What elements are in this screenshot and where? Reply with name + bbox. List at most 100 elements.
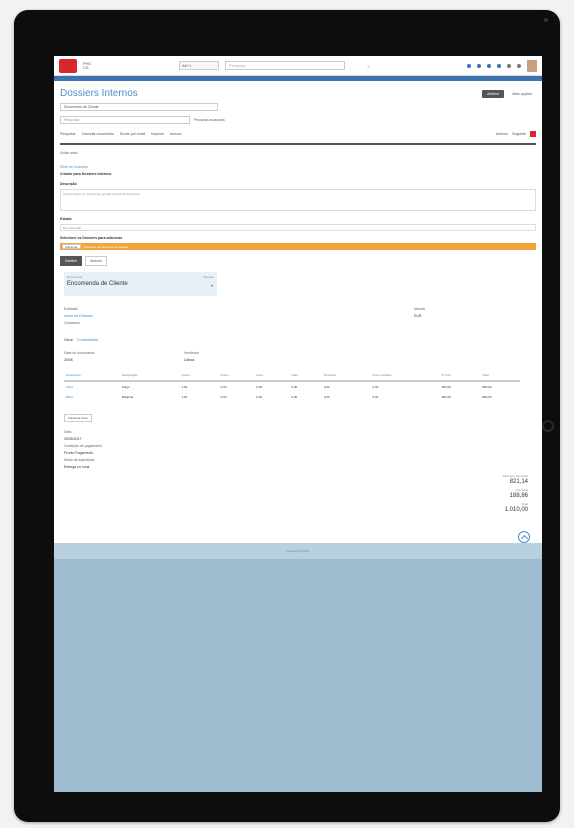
detail-grid-2: Data do documento 25/06 Vendedor Lisboa (60, 348, 536, 362)
calendar-icon[interactable] (487, 63, 491, 68)
scroll-top-button[interactable] (518, 531, 530, 543)
advanced-search-link[interactable]: Pesquisa avançada (194, 118, 225, 122)
description-label: Descrição (60, 182, 77, 186)
table-cell[interactable]: B002 (64, 392, 120, 402)
toolbar-item-1[interactable]: Cancelar documento (82, 132, 114, 136)
col-price[interactable]: Preço (218, 370, 255, 382)
home-button[interactable] (542, 420, 554, 432)
card-dropdown-icon[interactable]: ▾ (211, 283, 213, 288)
document-type-select[interactable]: Documento de Cliente (60, 103, 218, 111)
top-bar: PHC CS Alt+1 Pesquisa ⌕ (54, 56, 542, 76)
entity-value[interactable]: Nome da Entidade (64, 314, 414, 318)
table-cell[interactable]: A001 (64, 381, 120, 392)
avatar[interactable] (527, 59, 537, 72)
state-label: Estado (60, 217, 72, 221)
table-cell: 0,00 (291, 385, 298, 389)
currency-label: Moeda (414, 307, 425, 311)
tab-attachments[interactable]: Anexos (85, 256, 107, 266)
date-value: 25/06 (64, 358, 73, 362)
lines-table: Referência Designação Quant. Preço Desc.… (64, 370, 520, 402)
subtotal-label: Total sem impostos (502, 474, 528, 478)
page-title: Dossiers Internos (60, 88, 138, 99)
toolbar-item-0[interactable]: Pesquisar (60, 132, 76, 136)
title-primary-button[interactable]: Anterior (482, 90, 505, 98)
table-cell: 800,00 (482, 395, 492, 399)
payment-cond-value: Pronto Pagamento (64, 451, 94, 455)
contacts-row: Geral Contabilidade (64, 328, 414, 346)
seller-col: Vendedor Lisboa (184, 348, 304, 362)
col-discount[interactable]: Desc. (254, 370, 290, 382)
toolbar-item-4[interactable]: Anexos (170, 132, 182, 136)
app-window: PHC CS Alt+1 Pesquisa ⌕ Dossiers Interno… (54, 56, 542, 543)
col-unit[interactable]: P. Unit. (439, 370, 481, 382)
topbar-search-input[interactable]: Pesquisa ⌕ (225, 61, 370, 70)
bt-date-label: Data (64, 430, 72, 434)
col-quantity[interactable]: Quant. (179, 370, 219, 382)
notification-icon[interactable] (467, 63, 471, 68)
tasks-icon[interactable] (497, 63, 501, 68)
footer-fields: Data 25/06/2017 Condição de pagamento Pr… (60, 430, 536, 469)
config-title: Criador para Dossiers Internos (60, 172, 112, 176)
payment-cond-label: Condição de pagamento (64, 444, 103, 448)
search-icon[interactable]: ⌕ (367, 63, 370, 71)
tab-detail[interactable]: Detalhe (60, 256, 83, 266)
taxes-value: 188,86 (509, 493, 528, 499)
state-select[interactable]: Em execução (60, 224, 536, 231)
col-designation[interactable]: Designação (119, 370, 180, 382)
delete-button[interactable] (530, 131, 536, 137)
shipping-label: Modo de expedição (64, 458, 95, 462)
description-textarea[interactable]: Acesso direto ao documento gerado a part… (60, 189, 536, 211)
subtotal-value: 821,14 (509, 479, 528, 485)
docs-orange-bar: Adicionar Adicionar documentos ao dossie… (60, 243, 536, 250)
filter-input[interactable]: Pesquisar (60, 116, 190, 124)
back-link[interactable]: Voltar atrás (60, 151, 536, 155)
docs-label: Selecione os Dossiers para adicionar (60, 236, 123, 240)
table-cell: 0,00 (256, 385, 263, 389)
contacts-link[interactable]: Contabilidade (77, 338, 98, 342)
col-total[interactable]: Total (480, 370, 520, 382)
footer-band: Powered by PHC (54, 543, 542, 559)
toolbar-item-2[interactable]: Enviar por email (120, 132, 145, 136)
table-row[interactable]: B002 Máquina 1,00 0,00 0,00 0,00 0,00 0,… (64, 392, 520, 402)
table-cell: 0,00 (220, 395, 227, 399)
add-row-button[interactable]: Adicionar linha (64, 414, 92, 422)
table-cell: 0,00 (372, 385, 379, 389)
title-actions: Anterior Mais opções (482, 90, 536, 98)
table-cell: 0,00 (291, 395, 298, 399)
toolbar-item-3[interactable]: Imprimir (151, 132, 164, 136)
col-unit-price[interactable]: Preço Unitário (370, 370, 440, 382)
add-docs-button[interactable]: Adicionar (62, 244, 81, 249)
tabs: Detalhe Anexos (60, 256, 536, 266)
totals: Total sem impostos 821,14 Impostos 188,8… (502, 471, 528, 513)
seller-label: Vendedor (184, 351, 199, 355)
contacts-value: Geral (64, 338, 73, 342)
col-reference[interactable]: Referência (64, 370, 120, 382)
brand-logo[interactable] (59, 58, 77, 73)
tablet-device: PHC CS Alt+1 Pesquisa ⌕ Dossiers Interno… (14, 10, 560, 822)
date-label: Data do documento (64, 351, 95, 355)
messages-icon[interactable] (477, 63, 481, 68)
settings-icon[interactable] (507, 63, 511, 68)
card-label: Documento (67, 275, 83, 279)
col-value[interactable]: Valor (289, 370, 322, 382)
prev-button[interactable]: Anterior (496, 132, 508, 136)
table-cell: 800,00 (482, 385, 492, 389)
table-cell: 0,00 (256, 395, 263, 399)
title-secondary-button[interactable]: Mais opções (508, 90, 536, 98)
next-button[interactable]: Seguinte (512, 132, 526, 136)
help-icon[interactable] (517, 63, 521, 68)
date-col: Data do documento 25/06 (64, 348, 184, 362)
series-link[interactable]: Série de Dossiers (60, 165, 536, 169)
table-row[interactable]: A001 Artigo 1,00 0,00 0,00 0,00 0,00 0,0… (64, 381, 520, 392)
document-card[interactable]: Documento Encomenda de Cliente Número ▾ (64, 272, 217, 296)
table-header-row: Referência Designação Quant. Preço Desc.… (64, 370, 520, 382)
footer-text: Powered by PHC (286, 549, 310, 553)
total-label: Total (521, 502, 528, 506)
table-cell: 0,00 (323, 395, 330, 399)
total-value: 1.010,00 (504, 507, 528, 513)
col-taxes[interactable]: Impostos (321, 370, 371, 382)
toolbar: Pesquisar Cancelar documento Enviar por … (60, 131, 536, 137)
topbar-select[interactable]: Alt+1 (179, 61, 219, 70)
bt-date-value: 25/06/2017 (64, 437, 82, 441)
table-cell: 0,00 (372, 395, 379, 399)
